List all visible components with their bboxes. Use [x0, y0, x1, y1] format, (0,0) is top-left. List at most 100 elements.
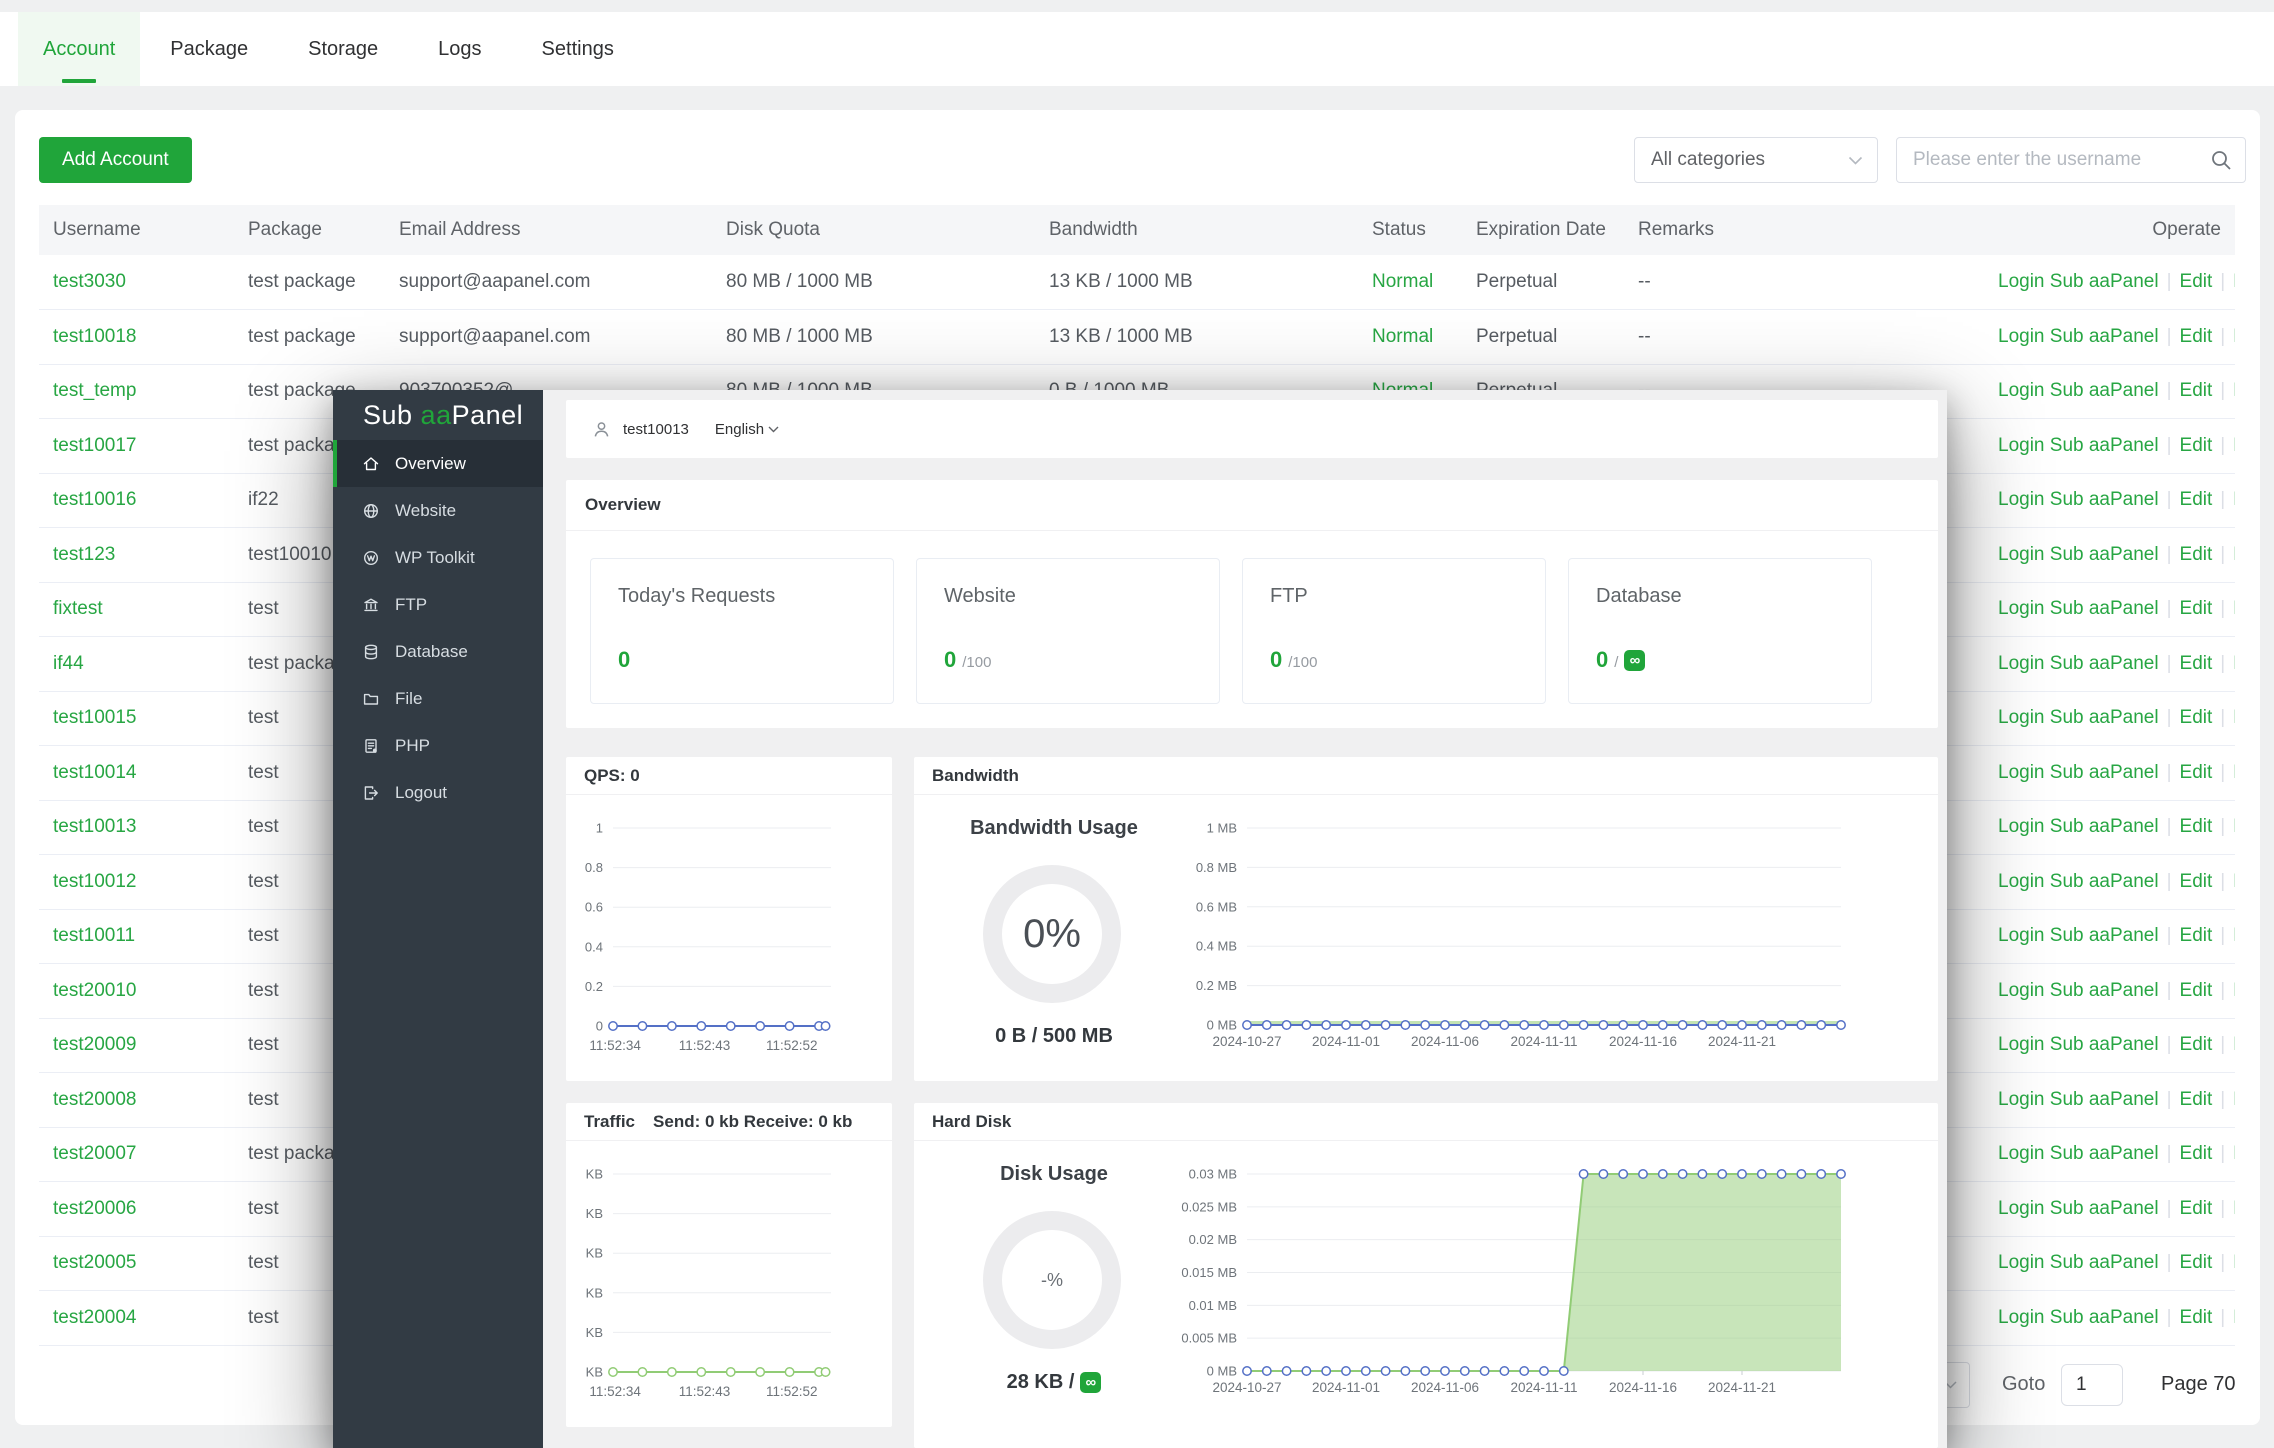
username-search-input[interactable]: [1897, 148, 2210, 172]
username-cell: test10015: [39, 691, 234, 746]
username-link[interactable]: test3030: [53, 271, 126, 292]
login-sub-aapanel-link[interactable]: Login Sub aaPanel: [1998, 816, 2159, 837]
edit-link[interactable]: Edit: [2180, 544, 2213, 565]
username-link[interactable]: test20007: [53, 1143, 136, 1164]
username-link[interactable]: test_temp: [53, 380, 136, 401]
goto-page-input[interactable]: [2061, 1364, 2123, 1406]
login-sub-aapanel-link[interactable]: Login Sub aaPanel: [1998, 762, 2159, 783]
sidebar-item-overview[interactable]: Overview: [333, 440, 543, 487]
edit-link[interactable]: Edit: [2180, 707, 2213, 728]
delete-link[interactable]: Delete: [2233, 1198, 2235, 1219]
username-link[interactable]: test10015: [53, 707, 136, 728]
category-filter-select[interactable]: All categories: [1634, 137, 1878, 183]
edit-link[interactable]: Edit: [2180, 1307, 2213, 1328]
edit-link[interactable]: Edit: [2180, 871, 2213, 892]
login-sub-aapanel-link[interactable]: Login Sub aaPanel: [1998, 598, 2159, 619]
sidebar-item-file[interactable]: File: [333, 675, 543, 722]
username-link[interactable]: test10013: [53, 816, 136, 837]
edit-link[interactable]: Edit: [2180, 598, 2213, 619]
delete-link[interactable]: Delete: [2233, 980, 2235, 1001]
delete-link[interactable]: Delete: [2233, 1089, 2235, 1110]
login-sub-aapanel-link[interactable]: Login Sub aaPanel: [1998, 653, 2159, 674]
edit-link[interactable]: Edit: [2180, 980, 2213, 1001]
username-link[interactable]: test20006: [53, 1198, 136, 1219]
username-link[interactable]: fixtest: [53, 598, 103, 619]
language-selector[interactable]: English: [715, 421, 779, 438]
edit-link[interactable]: Edit: [2180, 1198, 2213, 1219]
tab-account[interactable]: Account: [18, 12, 140, 86]
edit-link[interactable]: Edit: [2180, 1252, 2213, 1273]
add-account-button[interactable]: Add Account: [39, 137, 192, 183]
username-link[interactable]: test10018: [53, 326, 136, 347]
edit-link[interactable]: Edit: [2180, 1143, 2213, 1164]
tab-settings[interactable]: Settings: [512, 12, 644, 86]
delete-link[interactable]: Delete: [2233, 598, 2235, 619]
login-sub-aapanel-link[interactable]: Login Sub aaPanel: [1998, 1034, 2159, 1055]
login-sub-aapanel-link[interactable]: Login Sub aaPanel: [1998, 1252, 2159, 1273]
username-link[interactable]: test20008: [53, 1089, 136, 1110]
sidebar-item-website[interactable]: Website: [333, 487, 543, 534]
login-sub-aapanel-link[interactable]: Login Sub aaPanel: [1998, 871, 2159, 892]
username-link[interactable]: test123: [53, 544, 115, 565]
edit-link[interactable]: Edit: [2180, 435, 2213, 456]
delete-link[interactable]: Delete: [2233, 653, 2235, 674]
login-sub-aapanel-link[interactable]: Login Sub aaPanel: [1998, 1143, 2159, 1164]
login-sub-aapanel-link[interactable]: Login Sub aaPanel: [1998, 1198, 2159, 1219]
edit-link[interactable]: Edit: [2180, 326, 2213, 347]
delete-link[interactable]: Delete: [2233, 435, 2235, 456]
delete-link[interactable]: Delete: [2233, 707, 2235, 728]
login-sub-aapanel-link[interactable]: Login Sub aaPanel: [1998, 489, 2159, 510]
login-sub-aapanel-link[interactable]: Login Sub aaPanel: [1998, 980, 2159, 1001]
delete-link[interactable]: Delete: [2233, 871, 2235, 892]
username-link[interactable]: test20005: [53, 1252, 136, 1273]
login-sub-aapanel-link[interactable]: Login Sub aaPanel: [1998, 925, 2159, 946]
search-icon[interactable]: [2210, 149, 2232, 171]
delete-link[interactable]: Delete: [2233, 1143, 2235, 1164]
delete-link[interactable]: Delete: [2233, 326, 2235, 347]
login-sub-aapanel-link[interactable]: Login Sub aaPanel: [1998, 380, 2159, 401]
login-sub-aapanel-link[interactable]: Login Sub aaPanel: [1998, 1307, 2159, 1328]
edit-link[interactable]: Edit: [2180, 816, 2213, 837]
login-sub-aapanel-link[interactable]: Login Sub aaPanel: [1998, 544, 2159, 565]
username-link[interactable]: test10017: [53, 435, 136, 456]
delete-link[interactable]: Delete: [2233, 816, 2235, 837]
username-link[interactable]: test20009: [53, 1034, 136, 1055]
tab-storage[interactable]: Storage: [278, 12, 408, 86]
delete-link[interactable]: Delete: [2233, 489, 2235, 510]
delete-link[interactable]: Delete: [2233, 1034, 2235, 1055]
delete-link[interactable]: Delete: [2233, 380, 2235, 401]
login-sub-aapanel-link[interactable]: Login Sub aaPanel: [1998, 707, 2159, 728]
edit-link[interactable]: Edit: [2180, 271, 2213, 292]
tab-logs[interactable]: Logs: [408, 12, 511, 86]
edit-link[interactable]: Edit: [2180, 653, 2213, 674]
edit-link[interactable]: Edit: [2180, 925, 2213, 946]
edit-link[interactable]: Edit: [2180, 380, 2213, 401]
sidebar-item-ftp[interactable]: FTP: [333, 581, 543, 628]
username-link[interactable]: test10016: [53, 489, 136, 510]
username-link[interactable]: test20004: [53, 1307, 136, 1328]
delete-link[interactable]: Delete: [2233, 544, 2235, 565]
delete-link[interactable]: Delete: [2233, 271, 2235, 292]
sidebar-item-wp-toolkit[interactable]: WP Toolkit: [333, 534, 543, 581]
login-sub-aapanel-link[interactable]: Login Sub aaPanel: [1998, 271, 2159, 292]
username-link[interactable]: if44: [53, 653, 84, 674]
sidebar-item-logout[interactable]: Logout: [333, 769, 543, 816]
login-sub-aapanel-link[interactable]: Login Sub aaPanel: [1998, 1089, 2159, 1110]
edit-link[interactable]: Edit: [2180, 762, 2213, 783]
login-sub-aapanel-link[interactable]: Login Sub aaPanel: [1998, 435, 2159, 456]
delete-link[interactable]: Delete: [2233, 1252, 2235, 1273]
sidebar-item-php[interactable]: PHP: [333, 722, 543, 769]
delete-link[interactable]: Delete: [2233, 925, 2235, 946]
username-link[interactable]: test10014: [53, 762, 136, 783]
edit-link[interactable]: Edit: [2180, 1034, 2213, 1055]
username-link[interactable]: test10011: [53, 925, 135, 946]
username-link[interactable]: test10012: [53, 871, 136, 892]
edit-link[interactable]: Edit: [2180, 489, 2213, 510]
edit-link[interactable]: Edit: [2180, 1089, 2213, 1110]
username-link[interactable]: test20010: [53, 980, 136, 1001]
tab-package[interactable]: Package: [140, 12, 278, 86]
delete-link[interactable]: Delete: [2233, 762, 2235, 783]
delete-link[interactable]: Delete: [2233, 1307, 2235, 1328]
login-sub-aapanel-link[interactable]: Login Sub aaPanel: [1998, 326, 2159, 347]
sidebar-item-database[interactable]: Database: [333, 628, 543, 675]
